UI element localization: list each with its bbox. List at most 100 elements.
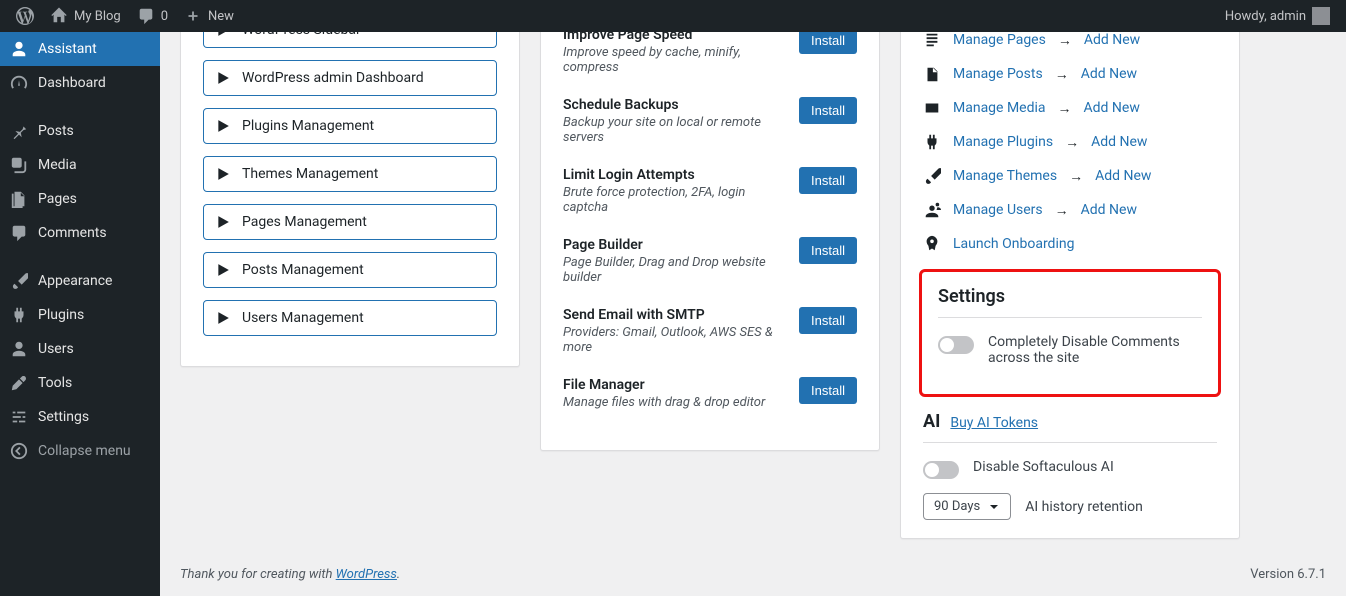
tour-button[interactable]: Users Management — [203, 300, 497, 336]
ai-section-title: AI Buy AI Tokens — [923, 411, 1217, 432]
comments-menu[interactable]: 0 — [129, 0, 176, 32]
disable-ai-label: Disable Softaculous AI — [973, 459, 1114, 475]
footer-thanks-post: . — [397, 567, 400, 582]
wp-logo-menu[interactable] — [8, 0, 42, 32]
tour-label: Themes Management — [242, 166, 378, 182]
media-icon — [10, 156, 28, 174]
manage-link[interactable]: Manage Pages — [953, 32, 1046, 48]
ai-history-value: 90 Days — [934, 499, 980, 514]
sidebar-item-label: Tools — [38, 375, 72, 391]
sidebar-item-plugins[interactable]: Plugins — [0, 298, 160, 332]
disable-comments-toggle[interactable] — [938, 336, 974, 354]
comments-count: 0 — [161, 9, 168, 24]
disable-comments-label: Completely Disable Comments across the s… — [988, 334, 1202, 366]
feature-desc: Page Builder, Drag and Drop website buil… — [563, 255, 787, 285]
settings-highlight-box: Settings Completely Disable Comments acr… — [919, 269, 1221, 397]
tour-label: Posts Management — [242, 262, 364, 278]
feature-title: File Manager — [563, 377, 787, 393]
add-new-link[interactable]: Add New — [1084, 100, 1140, 116]
add-new-link[interactable]: Add New — [1091, 134, 1147, 150]
new-content-menu[interactable]: New — [176, 0, 242, 32]
sidebar-item-tools[interactable]: Tools — [0, 366, 160, 400]
sidebar-item-users[interactable]: Users — [0, 332, 160, 366]
sidebar-item-pages[interactable]: Pages — [0, 182, 160, 216]
tour-button[interactable]: Pages Management — [203, 204, 497, 240]
sidebar-item-appearance[interactable]: Appearance — [0, 264, 160, 298]
plus-icon — [184, 7, 202, 25]
wrench-icon — [10, 374, 28, 392]
sidebar-item-media[interactable]: Media — [0, 148, 160, 182]
feature-row: Page BuilderPage Builder, Drag and Drop … — [563, 237, 857, 285]
dashboard-icon — [10, 74, 28, 92]
tour-button[interactable]: Themes Management — [203, 156, 497, 192]
sidebar-item-collapse[interactable]: Collapse menu — [0, 434, 160, 468]
arrow-icon: → — [1055, 202, 1069, 219]
sidebar-item-label: Plugins — [38, 307, 84, 323]
sidebar-item-comments[interactable]: Comments — [0, 216, 160, 250]
feature-desc: Improve speed by cache, minify, compress — [563, 45, 787, 75]
add-new-link[interactable]: Add New — [1081, 66, 1137, 82]
site-name-menu[interactable]: My Blog — [42, 0, 129, 32]
install-button[interactable]: Install — [799, 32, 857, 54]
collapse-icon — [10, 442, 28, 460]
feature-row: Improve Page Speed Improve speed by cache… — [563, 32, 857, 75]
sidebar-item-posts[interactable]: Posts — [0, 114, 160, 148]
sidebar-item-assistant[interactable]: Assistant — [0, 32, 160, 66]
install-button[interactable]: Install — [799, 237, 857, 264]
feature-title: Improve Page Speed — [563, 32, 787, 43]
tour-button[interactable]: WordPress admin Dashboard — [203, 60, 497, 96]
sidebar-item-label: Media — [38, 157, 77, 173]
footer-version: Version 6.7.1 — [1250, 567, 1326, 582]
sidebar-item-settings[interactable]: Settings — [0, 400, 160, 434]
quick-link-icon — [923, 201, 941, 219]
launch-onboarding-link[interactable]: Launch Onboarding — [953, 236, 1074, 252]
manage-link[interactable]: Manage Media — [953, 100, 1046, 116]
ai-history-label: AI history retention — [1025, 499, 1143, 515]
install-button[interactable]: Install — [799, 307, 857, 334]
ai-history-select[interactable]: 90 Days — [923, 493, 1011, 520]
sidebar-item-label: Comments — [38, 225, 107, 241]
manage-link[interactable]: Manage Plugins — [953, 134, 1053, 150]
sidebar-item-label: Collapse menu — [38, 443, 131, 459]
install-button[interactable]: Install — [799, 377, 857, 404]
pin-icon — [10, 122, 28, 140]
footer: Thank you for creating with WordPress. V… — [160, 553, 1346, 596]
account-menu[interactable]: Howdy, admin — [1217, 0, 1338, 32]
tour-label: Pages Management — [242, 214, 367, 230]
manage-link[interactable]: Manage Posts — [953, 66, 1043, 82]
sidebar-item-label: Settings — [38, 409, 89, 425]
install-button[interactable]: Install — [799, 97, 857, 124]
install-button[interactable]: Install — [799, 167, 857, 194]
add-new-link[interactable]: Add New — [1081, 202, 1137, 218]
feature-desc: Backup your site on local or remote serv… — [563, 115, 787, 145]
tour-button[interactable]: Posts Management — [203, 252, 497, 288]
manage-link[interactable]: Manage Themes — [953, 168, 1057, 184]
arrow-icon: → — [1055, 66, 1069, 83]
admin-sidebar: Assistant Dashboard Posts Media Pages Co… — [0, 32, 160, 596]
quick-link-row: Manage Themes → Add New — [923, 167, 1217, 185]
quick-link-icon — [923, 167, 941, 185]
arrow-icon: → — [1058, 100, 1072, 117]
tour-button[interactable]: Plugins Management — [203, 108, 497, 144]
feature-desc: Manage files with drag & drop editor — [563, 395, 787, 410]
sliders-icon — [10, 408, 28, 426]
feature-desc: Providers: Gmail, Outlook, AWS SES & mor… — [563, 325, 787, 355]
buy-ai-tokens-link[interactable]: Buy AI Tokens — [950, 415, 1038, 431]
tour-label: Plugins Management — [242, 118, 374, 134]
feature-row: Limit Login AttemptsBrute force protecti… — [563, 167, 857, 215]
add-new-link[interactable]: Add New — [1084, 32, 1140, 48]
launch-onboarding-row: Launch Onboarding — [923, 235, 1217, 253]
manage-link[interactable]: Manage Users — [953, 202, 1043, 218]
tour-button[interactable]: WordPress Sidebar — [203, 32, 497, 48]
wordpress-icon — [16, 7, 34, 25]
plug-icon — [10, 306, 28, 324]
disable-ai-toggle[interactable] — [923, 461, 959, 479]
howdy-text: Howdy, admin — [1225, 9, 1306, 24]
footer-wp-link[interactable]: WordPress — [336, 567, 397, 582]
brush-icon — [10, 272, 28, 290]
arrow-icon: → — [1069, 168, 1083, 185]
sidebar-item-dashboard[interactable]: Dashboard — [0, 66, 160, 100]
tour-label: Users Management — [242, 310, 364, 326]
add-new-link[interactable]: Add New — [1095, 168, 1151, 184]
quicklinks-card: Manage Pages → Add New Manage Posts → Add New… — [900, 32, 1240, 539]
